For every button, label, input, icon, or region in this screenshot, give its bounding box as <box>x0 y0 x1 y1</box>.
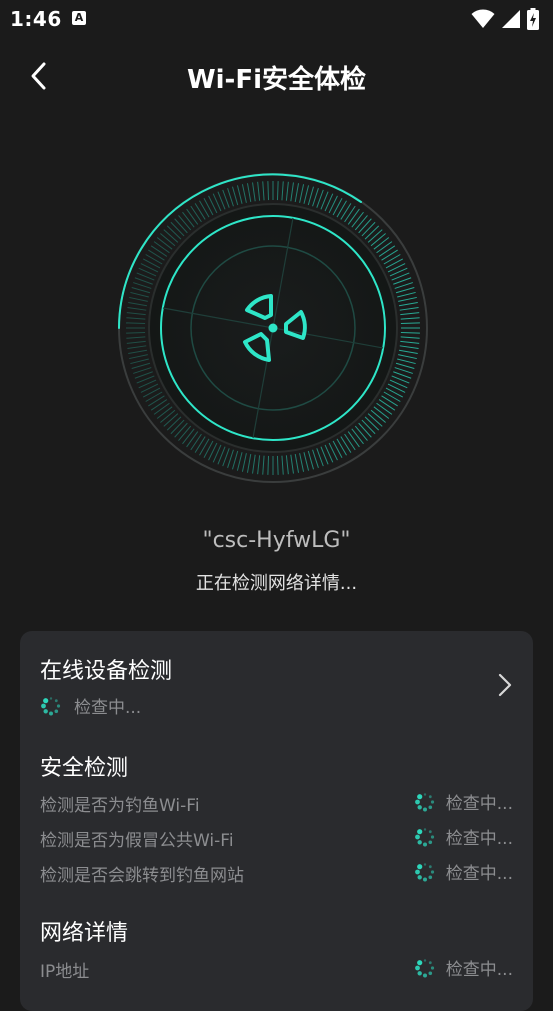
scan-results-card: 在线设备检测 检查中... 安全检测 检测是否为钓鱼Wi-Fi 检查中... 检… <box>20 631 533 1011</box>
online-devices-section[interactable]: 在线设备检测 检查中... <box>20 631 533 727</box>
wifi-icon <box>471 9 495 28</box>
loading-spinner-icon <box>414 958 434 977</box>
security-row-status: 检查中... <box>414 824 513 849</box>
security-row-label: 检测是否为钓鱼Wi-Fi <box>40 796 200 816</box>
a-icon: A <box>72 11 86 25</box>
status-bar: 1:46 A <box>0 0 553 38</box>
security-row-status-text: 检查中... <box>445 829 513 849</box>
loading-spinner-icon <box>41 696 61 715</box>
loading-spinner-icon <box>414 827 434 846</box>
security-row-label: 检测是否会跳转到钓鱼网站 <box>40 866 244 886</box>
security-row-status: 检查中... <box>414 859 513 884</box>
security-check-title: 安全检测 <box>40 756 129 781</box>
security-row-status: 检查中... <box>414 789 513 814</box>
online-devices-title: 在线设备检测 <box>40 659 173 684</box>
wifi-scan-radar <box>118 173 428 483</box>
wifi-ssid: "csc-HyfwLG" <box>202 528 351 553</box>
loading-spinner-icon <box>414 792 434 811</box>
network-row-label: IP地址 <box>40 962 90 982</box>
battery-charging-icon <box>527 8 539 30</box>
status-icons <box>471 8 539 30</box>
security-row-status-text: 检查中... <box>445 794 513 814</box>
status-time: 1:46 <box>10 7 62 31</box>
online-devices-status-text: 检查中... <box>74 698 142 718</box>
scan-status-text: 正在检测网络详情... <box>195 573 358 594</box>
header: Wi-Fi安全体检 <box>0 50 553 100</box>
page-title: Wi-Fi安全体检 <box>186 65 367 95</box>
signal-icon <box>502 10 520 28</box>
security-row-status-text: 检查中... <box>445 864 513 884</box>
network-row-status-text: 检查中... <box>445 960 513 980</box>
network-row-status: 检查中... <box>414 955 513 980</box>
chevron-right-icon <box>498 673 512 697</box>
security-row-label: 检测是否为假冒公共Wi-Fi <box>40 831 234 851</box>
network-details-title: 网络详情 <box>40 921 129 946</box>
online-devices-status: 检查中... <box>40 693 141 718</box>
loading-spinner-icon <box>414 862 434 881</box>
